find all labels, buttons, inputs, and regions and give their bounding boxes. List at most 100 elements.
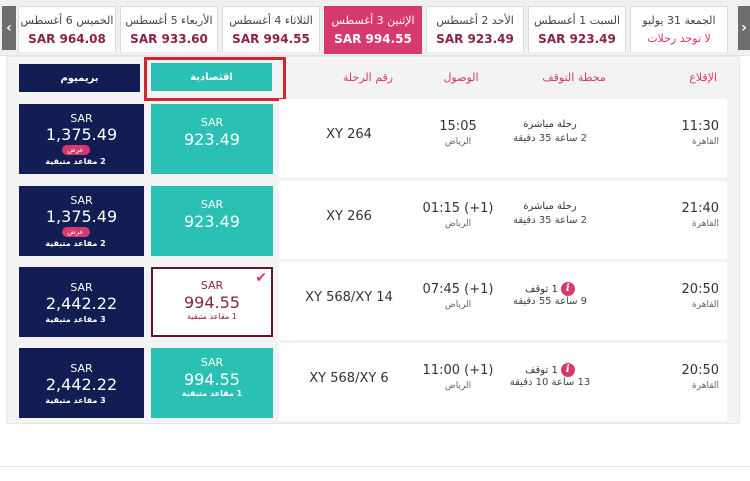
date-tab-price: SAR 933.60 [130, 32, 208, 46]
economy-fare-button-selected[interactable]: ✔ SAR 994.55 1 مقاعد متبقية [151, 267, 273, 337]
arrival-city: الرياض [444, 219, 472, 229]
flight-info: 20:50 القاهرة i1 توقف 9 ساعة 55 دقيقة 07… [279, 262, 727, 340]
fare-currency: SAR [200, 198, 224, 211]
flight-number: XY 264 [326, 127, 372, 142]
date-tab-tue-4-aug[interactable]: الثلاثاء 4 أغسطس SAR 994.55 [222, 6, 320, 52]
flight-row: 21:40 القاهرة رحلة مباشرة 2 ساعة 35 دقيق… [7, 181, 741, 259]
arrival-time: 07:45 (+1) [422, 282, 494, 297]
premium-fare-button[interactable]: SAR 1,375.49 عرض 2 مقاعد متبقية [19, 186, 144, 256]
stop-type: 1 توقف [525, 284, 558, 295]
offer-badge: عرض [61, 227, 90, 237]
checkmark-icon: ✔ [255, 270, 267, 286]
flight-row: 20:50 القاهرة i1 توقف 9 ساعة 55 دقيقة 07… [7, 262, 741, 340]
date-bar: ‹ الخميس 6 أغسطس SAR 964.08 الأربعاء 5 أ… [0, 0, 750, 56]
date-tab-label: الجمعة 31 يوليو [642, 14, 716, 27]
seats-left: 3 مقاعد متبقية [45, 396, 106, 405]
date-tab-label: الإثنين 3 أغسطس [331, 14, 415, 27]
date-tab-fri-31-jul[interactable]: الجمعة 31 يوليو لا توجد رحلات [630, 6, 728, 52]
date-tab-wed-5-aug[interactable]: الأربعاء 5 أغسطس SAR 933.60 [120, 6, 218, 52]
fare-amount: 1,375.49 [45, 207, 118, 226]
date-tab-sat-1-aug[interactable]: السبت 1 أغسطس SAR 923.49 [528, 6, 626, 52]
arrival-city: الرياض [444, 381, 472, 391]
stop-type: رحلة مباشرة [523, 201, 577, 212]
fare-currency: SAR [200, 356, 224, 369]
fare-amount: 923.49 [184, 130, 240, 149]
fare-amount: 2,442.22 [45, 375, 118, 394]
stop-type: رحلة مباشرة [523, 119, 577, 130]
fare-amount: 994.55 [184, 293, 240, 312]
economy-fare-button[interactable]: SAR 923.49 [151, 104, 273, 174]
date-tab-price: SAR 994.55 [334, 32, 412, 46]
flight-number: XY 266 [326, 209, 372, 224]
arrival-city: الرياض [444, 137, 472, 147]
flight-number: XY 568/XY 14 [305, 290, 393, 305]
date-tab-label: الخميس 6 أغسطس [20, 14, 114, 27]
flight-duration: 2 ساعة 35 دقيقة [512, 133, 588, 144]
fare-amount: 994.55 [184, 370, 240, 389]
info-icon[interactable]: i [560, 282, 575, 296]
departure-city: القاهرة [692, 300, 719, 310]
arrival-time: 15:05 [439, 119, 477, 134]
departure-time: 20:50 [681, 282, 719, 297]
stop-line: i1 توقف [485, 363, 615, 377]
flight-row: 20:50 القاهرة i1 توقف 13 ساعة 10 دقيقة 1… [7, 343, 741, 421]
arrival-time: 11:00 (+1) [422, 363, 494, 378]
flight-info: 21:40 القاهرة رحلة مباشرة 2 ساعة 35 دقيق… [279, 181, 727, 259]
premium-class-header[interactable]: بريميوم [19, 64, 140, 92]
economy-fare-button[interactable]: SAR 923.49 [151, 186, 273, 256]
arrival-city: الرياض [444, 300, 472, 310]
flight-number: XY 568/XY 6 [309, 371, 389, 386]
economy-fare-button[interactable]: SAR 994.55 1 مقاعد متبقية [151, 348, 273, 418]
date-tab-price: SAR 964.08 [28, 32, 106, 46]
departure-city: القاهرة [692, 137, 719, 147]
departure-time: 20:50 [681, 363, 719, 378]
date-tab-label: الأحد 2 أغسطس [436, 14, 514, 27]
seats-left: 2 مقاعد متبقية [45, 239, 106, 248]
departure-time: 21:40 [681, 201, 719, 216]
date-tab-mon-3-aug-active[interactable]: الإثنين 3 أغسطس SAR 994.55 [324, 6, 422, 54]
departure-city: القاهرة [692, 381, 719, 391]
date-tab-label: الثلاثاء 4 أغسطس [229, 14, 313, 27]
seats-left: 2 مقاعد متبقية [45, 157, 106, 166]
departure-city: القاهرة [692, 219, 719, 229]
date-tab-price: SAR 994.55 [232, 32, 310, 46]
next-dates-arrow-icon[interactable]: › [738, 6, 750, 50]
prev-dates-arrow-icon[interactable]: ‹ [2, 6, 16, 50]
flight-info: 20:50 القاهرة i1 توقف 13 ساعة 10 دقيقة 1… [279, 343, 727, 421]
premium-fare-button[interactable]: SAR 2,442.22 3 مقاعد متبقية [19, 348, 144, 418]
fare-currency: SAR [200, 116, 224, 129]
fare-currency: SAR [70, 281, 93, 294]
stop-line: i1 توقف [485, 282, 615, 296]
fare-amount: 923.49 [184, 212, 240, 231]
fare-currency: SAR [70, 194, 93, 207]
arrival-time: 01:15 (+1) [422, 201, 494, 216]
fare-currency: SAR [70, 362, 93, 375]
date-tab-label: الأربعاء 5 أغسطس [125, 14, 213, 27]
flight-duration: 9 ساعة 55 دقيقة [512, 296, 588, 307]
flight-info: 11:30 القاهرة رحلة مباشرة 2 ساعة 35 دقيق… [279, 99, 727, 177]
flight-duration: 2 ساعة 35 دقيقة [512, 215, 588, 226]
departure-time: 11:30 [681, 119, 719, 134]
date-tab-price: SAR 923.49 [538, 32, 616, 46]
fare-currency: SAR [70, 112, 93, 125]
premium-fare-button[interactable]: SAR 2,442.22 3 مقاعد متبقية [19, 267, 144, 337]
premium-fare-button[interactable]: SAR 1,375.49 عرض 2 مقاعد متبقية [19, 104, 144, 174]
stop-type: 1 توقف [525, 365, 558, 376]
date-tab-sun-2-aug[interactable]: الأحد 2 أغسطس SAR 923.49 [426, 6, 524, 52]
footer-divider [0, 466, 750, 467]
flight-row: 11:30 القاهرة رحلة مباشرة 2 ساعة 35 دقيق… [7, 99, 741, 177]
highlight-box [144, 57, 286, 101]
date-tab-thu-6-aug[interactable]: الخميس 6 أغسطس SAR 964.08 [18, 6, 116, 52]
flight-results: الإقلاع محطة التوقف الوصول رقم الرحلة اق… [6, 56, 740, 424]
fare-amount: 2,442.22 [45, 294, 118, 313]
flight-duration: 13 ساعة 10 دقيقة [509, 377, 591, 388]
seats-left: 1 مقاعد متبقية [187, 312, 237, 321]
offer-badge: عرض [61, 145, 90, 155]
fare-amount: 1,375.49 [45, 125, 118, 144]
info-icon[interactable]: i [560, 363, 575, 377]
fare-currency: SAR [200, 279, 224, 292]
no-flights-note: لا توجد رحلات [647, 32, 711, 45]
date-tab-price: SAR 923.49 [436, 32, 514, 46]
seats-left: 3 مقاعد متبقية [45, 315, 106, 324]
date-tab-label: السبت 1 أغسطس [533, 14, 620, 27]
